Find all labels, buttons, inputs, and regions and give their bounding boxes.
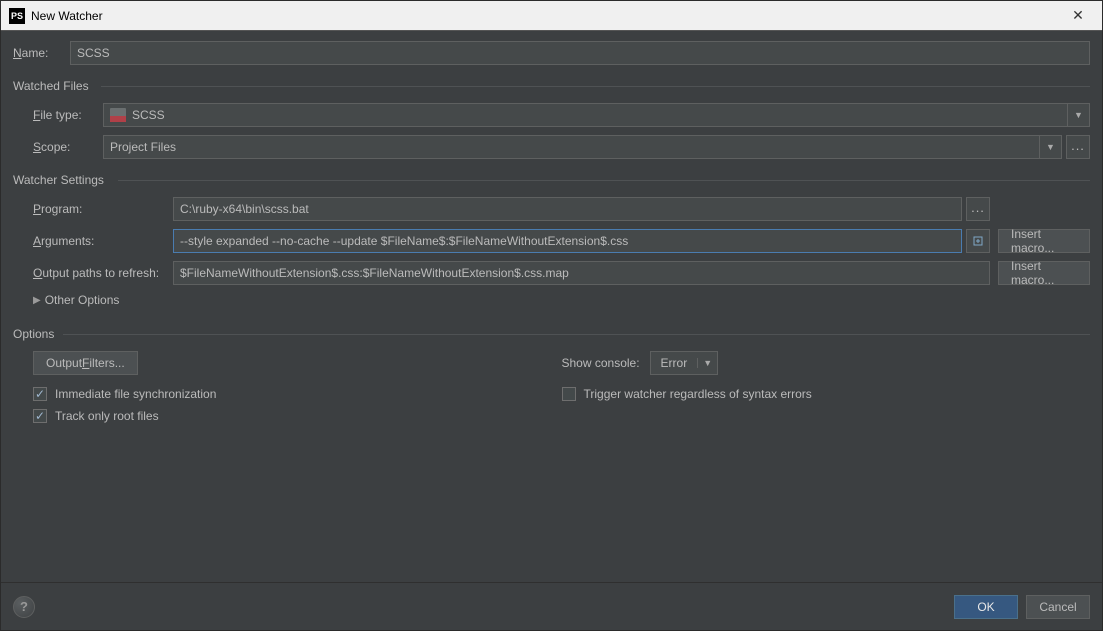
arguments-label: Arguments: bbox=[33, 234, 173, 248]
insert-macro-arguments-button[interactable]: Insert macro... bbox=[998, 229, 1090, 253]
track-root-row[interactable]: Track only root files bbox=[33, 409, 562, 423]
other-options-toggle[interactable]: ▶ Other Options bbox=[33, 293, 1090, 307]
file-type-value: SCSS bbox=[132, 108, 165, 122]
scope-combo[interactable]: Project Files ▼ bbox=[103, 135, 1062, 159]
program-label: Program: bbox=[33, 202, 173, 216]
show-console-label: Show console: bbox=[562, 356, 640, 370]
track-root-checkbox[interactable] bbox=[33, 409, 47, 423]
show-console-value: Error bbox=[651, 356, 698, 370]
other-options-label: Other Options bbox=[45, 293, 120, 307]
output-paths-input[interactable] bbox=[173, 261, 990, 285]
chevron-down-icon[interactable]: ▼ bbox=[1067, 104, 1089, 126]
immediate-sync-checkbox[interactable] bbox=[33, 387, 47, 401]
trigger-regardless-label: Trigger watcher regardless of syntax err… bbox=[584, 387, 812, 401]
scope-value: Project Files bbox=[110, 140, 176, 154]
scope-label: Scope: bbox=[33, 140, 95, 154]
app-icon: PS bbox=[9, 8, 25, 24]
watched-files-section: File type: SCSS ▼ Scope: Project Files ▼… bbox=[13, 103, 1090, 167]
triangle-right-icon: ▶ bbox=[33, 295, 41, 306]
options-section: Output Filters... Immediate file synchro… bbox=[13, 351, 1090, 431]
arguments-input[interactable] bbox=[173, 229, 962, 253]
expand-icon bbox=[970, 233, 986, 249]
output-paths-label: Output paths to refresh: bbox=[33, 266, 173, 280]
ok-button[interactable]: OK bbox=[954, 595, 1018, 619]
expand-arguments-button[interactable] bbox=[966, 229, 990, 253]
watched-files-header: Watched Files bbox=[13, 79, 1090, 93]
name-label: Name: bbox=[13, 46, 58, 60]
name-input[interactable] bbox=[70, 41, 1090, 65]
titlebar: PS New Watcher ✕ bbox=[1, 1, 1102, 31]
watcher-settings-header: Watcher Settings bbox=[13, 173, 1090, 187]
watcher-settings-section: Program: ... Arguments: Insert macro... … bbox=[13, 197, 1090, 313]
dialog-content: Name: Watched Files File type: SCSS ▼ Sc… bbox=[1, 31, 1102, 582]
options-header: Options bbox=[13, 327, 1090, 341]
close-icon[interactable]: ✕ bbox=[1058, 3, 1098, 29]
immediate-sync-row[interactable]: Immediate file synchronization bbox=[33, 387, 562, 401]
show-console-combo[interactable]: Error ▼ bbox=[650, 351, 719, 375]
chevron-down-icon[interactable]: ▼ bbox=[697, 358, 717, 368]
immediate-sync-label: Immediate file synchronization bbox=[55, 387, 216, 401]
trigger-regardless-row[interactable]: Trigger watcher regardless of syntax err… bbox=[562, 387, 1091, 401]
window-title: New Watcher bbox=[31, 9, 1058, 23]
chevron-down-icon[interactable]: ▼ bbox=[1039, 136, 1061, 158]
track-root-label: Track only root files bbox=[55, 409, 159, 423]
cancel-button[interactable]: Cancel bbox=[1026, 595, 1090, 619]
scope-browse-button[interactable]: ... bbox=[1066, 135, 1090, 159]
help-button[interactable]: ? bbox=[13, 596, 35, 618]
program-input[interactable] bbox=[173, 197, 962, 221]
program-browse-button[interactable]: ... bbox=[966, 197, 990, 221]
output-filters-button[interactable]: Output Filters... bbox=[33, 351, 138, 375]
file-type-combo[interactable]: SCSS ▼ bbox=[103, 103, 1090, 127]
dialog-footer: ? OK Cancel bbox=[1, 582, 1102, 630]
scss-file-icon bbox=[110, 108, 126, 122]
trigger-regardless-checkbox[interactable] bbox=[562, 387, 576, 401]
name-row: Name: bbox=[13, 41, 1090, 65]
insert-macro-output-button[interactable]: Insert macro... bbox=[998, 261, 1090, 285]
file-type-label: File type: bbox=[33, 108, 95, 122]
